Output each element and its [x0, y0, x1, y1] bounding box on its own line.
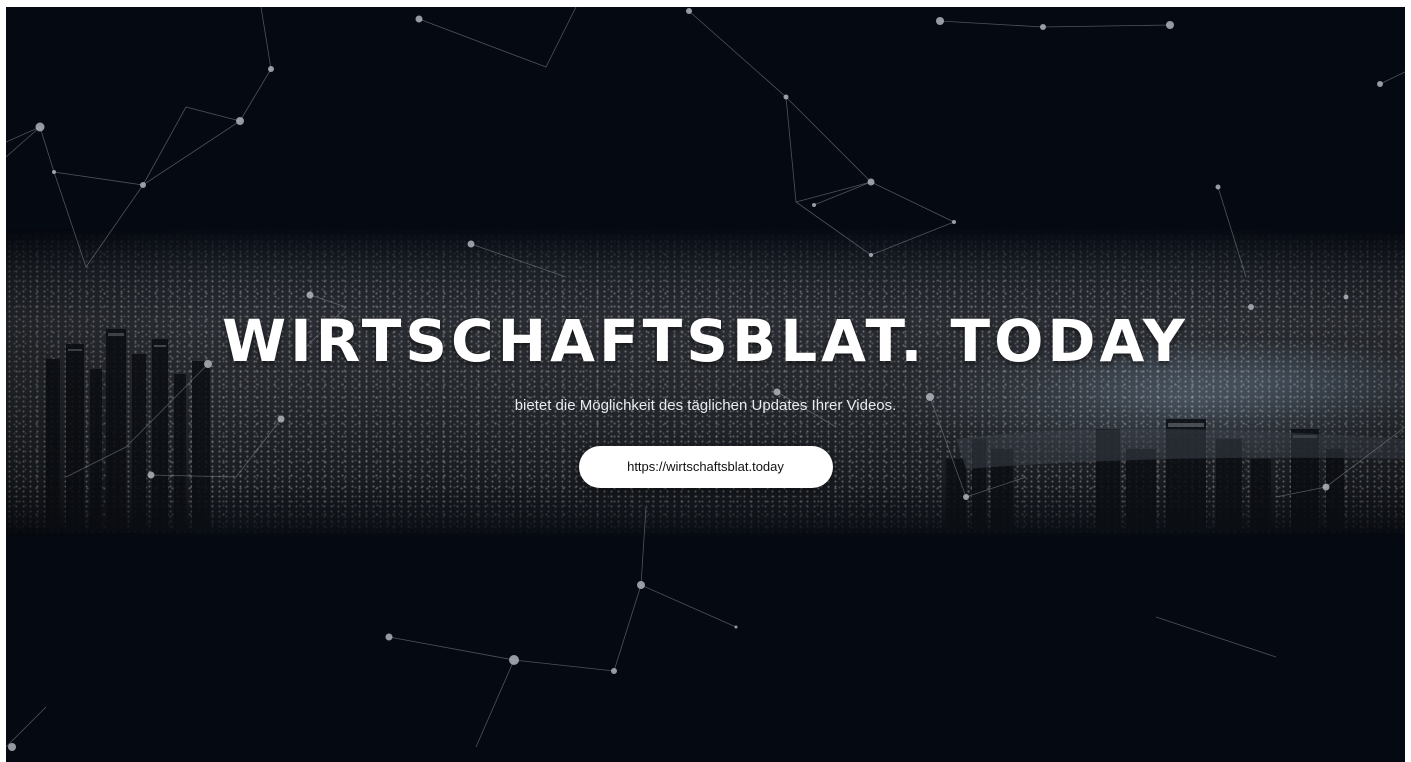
site-tagline: bietet die Möglichkeit des täglichen Upd…	[514, 397, 897, 414]
channel-banner: WIRTSCHAFTSBLAT. TODAY bietet die Möglic…	[6, 7, 1405, 762]
hero-section: WIRTSCHAFTSBLAT. TODAY bietet die Möglic…	[6, 307, 1405, 488]
site-title: WIRTSCHAFTSBLAT. TODAY	[222, 307, 1189, 375]
website-link-button[interactable]: https://wirtschaftsblat.today	[578, 446, 833, 488]
